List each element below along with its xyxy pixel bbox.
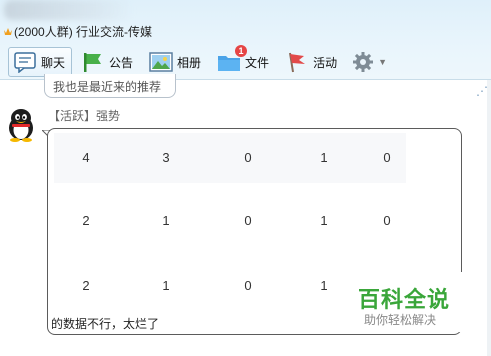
settings-menu[interactable]: ▼ xyxy=(352,51,387,73)
gear-icon xyxy=(353,52,374,72)
tab-activity-label: 活动 xyxy=(313,55,338,70)
tab-files-label: 文件 xyxy=(245,55,270,70)
table-cell: 1 xyxy=(320,213,328,228)
table-cell: 0 xyxy=(244,150,252,165)
previous-message-bubble: 我也是最近来的推荐 xyxy=(44,74,176,98)
group-header: (2000人群) 行业交流-传媒 聊天 公告 相册 1 文件 活动 ▼ xyxy=(0,0,491,80)
red-flag-icon xyxy=(289,52,306,73)
sender-name[interactable]: 【活跃】强势 xyxy=(48,107,120,124)
crown-icon xyxy=(4,28,12,35)
scrollbar[interactable] xyxy=(487,80,491,356)
blurred-group-avatar xyxy=(4,0,134,20)
table-row: 2 1 0 1 0 xyxy=(54,195,406,245)
chevron-down-icon[interactable]: ▼ xyxy=(378,57,387,67)
folder-icon-wrap: 1 xyxy=(217,45,248,73)
group-title[interactable]: (2000人群) 行业交流-传媒 xyxy=(14,23,152,40)
photo-album-icon xyxy=(149,52,173,72)
table-cell: 3 xyxy=(162,150,170,165)
previous-message-text: 我也是最近来的推荐 xyxy=(53,80,162,94)
table-cell: 1 xyxy=(162,213,170,228)
table-cell: 0 xyxy=(383,150,391,165)
group-title-row: (2000人群) 行业交流-传媒 xyxy=(4,22,152,40)
table-cell: 2 xyxy=(82,213,90,228)
table-cell: 2 xyxy=(82,278,90,293)
message-caption: 的数据不行，太烂了 xyxy=(51,317,160,331)
chat-icon xyxy=(14,52,36,73)
watermark-title: 百科全说 xyxy=(358,287,451,312)
table-row: 4 3 0 1 0 xyxy=(54,133,406,183)
table-cell: 1 xyxy=(320,150,328,165)
tab-album[interactable]: 相册 xyxy=(144,47,208,77)
tab-chat-label: 聊天 xyxy=(41,55,66,70)
table-cell: 0 xyxy=(244,213,252,228)
table-cell: 0 xyxy=(383,213,391,228)
tab-chat[interactable]: 聊天 xyxy=(8,47,73,77)
table-cell: 4 xyxy=(82,150,90,165)
tab-activity[interactable]: 活动 xyxy=(280,47,344,77)
tab-album-label: 相册 xyxy=(177,55,202,70)
files-badge: 1 xyxy=(235,45,248,57)
table-cell: 0 xyxy=(244,278,252,293)
avatar[interactable] xyxy=(6,108,36,142)
watermark-subtitle: 助你轻松解决 xyxy=(364,313,437,327)
tab-files[interactable]: 1 文件 xyxy=(212,45,276,77)
watermark: 百科全说 助你轻松解决 xyxy=(350,272,468,332)
tab-announcement[interactable]: 公告 xyxy=(76,47,140,77)
tab-announcement-label: 公告 xyxy=(109,55,134,70)
table-cell: 1 xyxy=(162,278,170,293)
table-cell: 1 xyxy=(320,278,328,293)
announcement-flag-icon xyxy=(84,53,102,72)
